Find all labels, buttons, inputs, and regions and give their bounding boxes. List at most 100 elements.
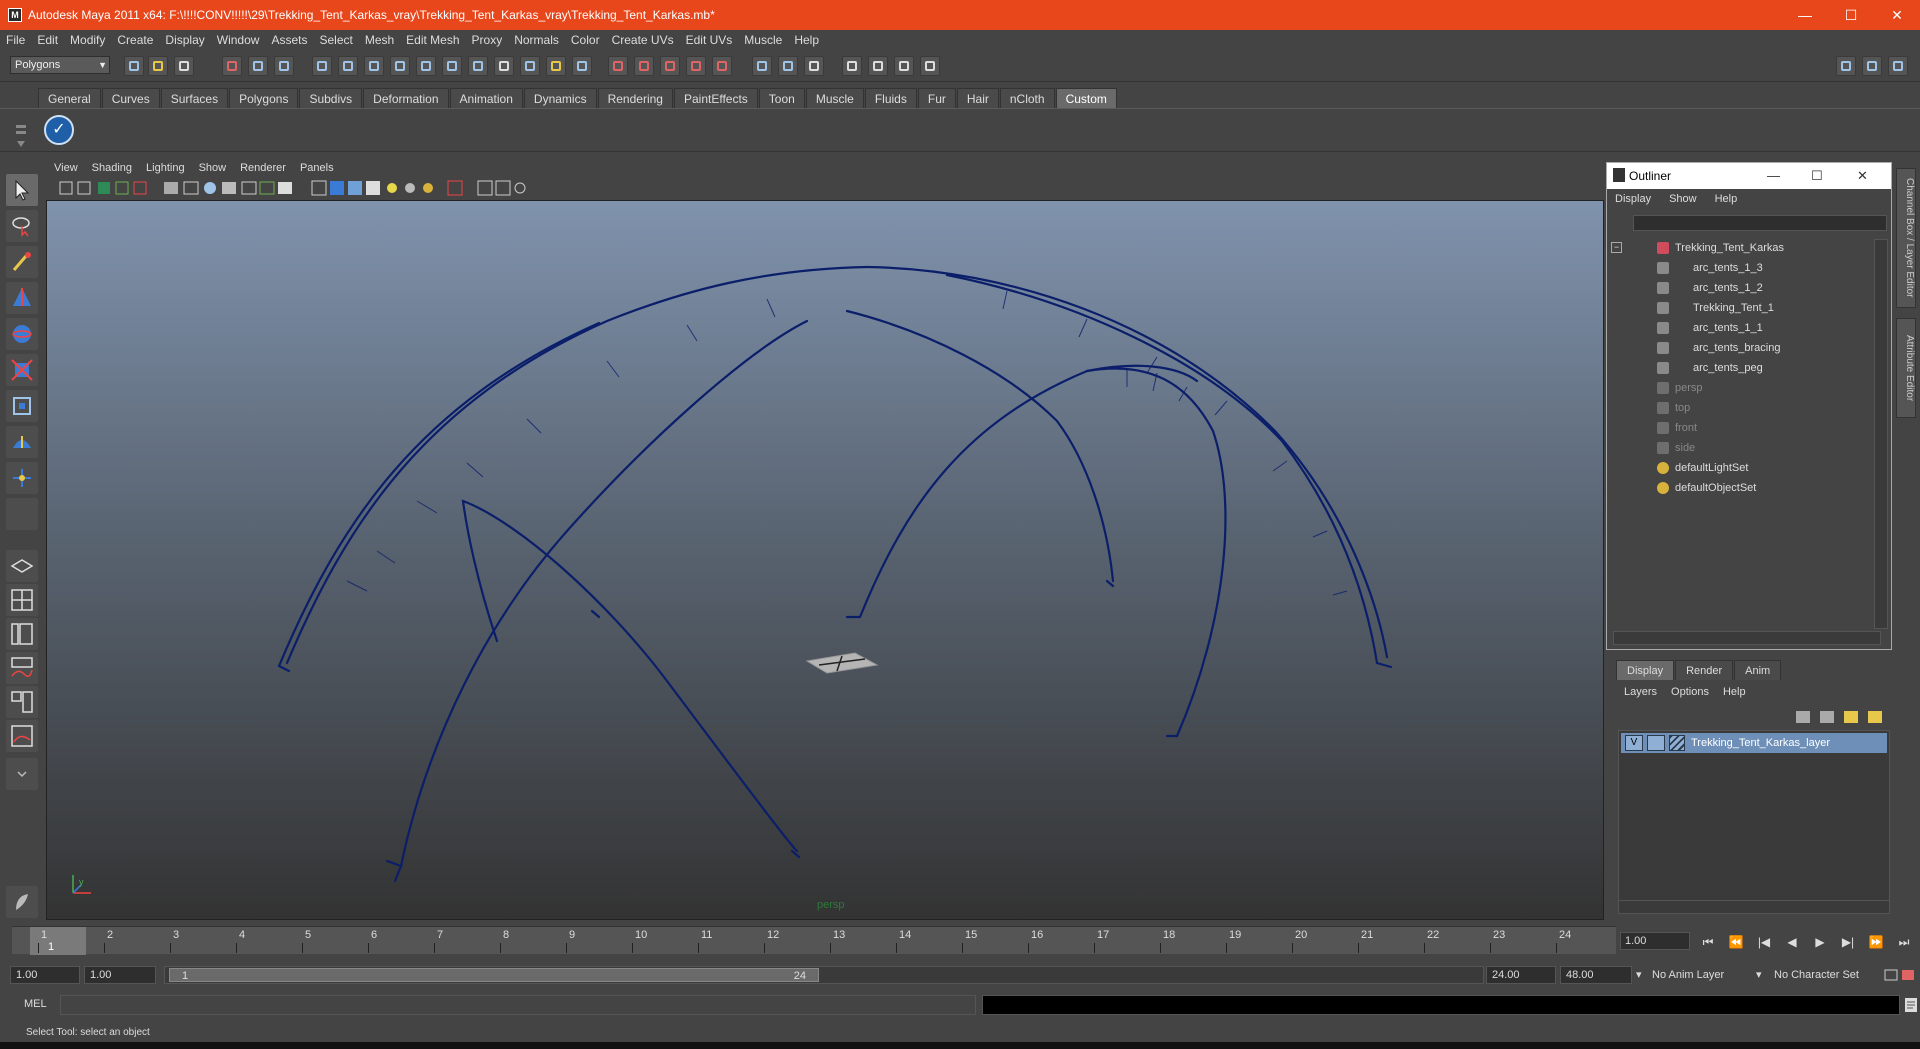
layer-visibility-toggle[interactable]: V (1625, 735, 1643, 751)
grid-icon[interactable] (164, 182, 178, 194)
wireframe-icon[interactable] (311, 180, 327, 196)
select-camera-icon[interactable] (59, 181, 73, 195)
outliner-vertical-scrollbar[interactable] (1874, 239, 1888, 629)
move-tool-button[interactable] (6, 282, 38, 314)
chevron-down-icon[interactable]: ▾ (1636, 966, 1642, 984)
select-handles-icon[interactable] (338, 56, 358, 76)
persp-graph-layout-button[interactable] (6, 652, 38, 684)
construction-history-icon[interactable] (778, 56, 798, 76)
character-set-dropdown[interactable]: No Character Set (1774, 966, 1859, 984)
selection-mask-icon[interactable] (312, 56, 332, 76)
persp-outliner-layout-button[interactable] (6, 618, 38, 650)
snap-curve-icon[interactable] (634, 56, 654, 76)
menu-mesh[interactable]: Mesh (365, 33, 394, 47)
outliner-item-camera[interactable]: side (1609, 439, 1875, 457)
menu-edit-mesh[interactable]: Edit Mesh (406, 33, 459, 47)
collapse-icon[interactable]: − (1611, 242, 1622, 253)
menu-normals[interactable]: Normals (514, 33, 559, 47)
image-plane-icon[interactable] (115, 181, 129, 195)
go-to-start-button[interactable]: ⏮ (1694, 932, 1722, 952)
menu-muscle[interactable]: Muscle (744, 33, 782, 47)
select-misc-icon[interactable] (494, 56, 514, 76)
menu-modify[interactable]: Modify (70, 33, 105, 47)
toggle-channel-box-icon[interactable] (1888, 56, 1908, 76)
outliner-close-button[interactable]: ✕ (1857, 163, 1868, 189)
textured-icon[interactable] (366, 181, 380, 195)
outliner-filter-input[interactable] (1633, 215, 1887, 231)
mel-label[interactable]: MEL (24, 998, 47, 1010)
menu-create-uvs[interactable]: Create UVs (612, 33, 674, 47)
script-editor-icon[interactable] (1904, 997, 1918, 1013)
select-dynamics-icon[interactable] (468, 56, 488, 76)
outliner-maximize-button[interactable]: ☐ (1811, 163, 1823, 189)
viewport-menu-lighting[interactable]: Lighting (146, 162, 185, 174)
anim-layer-dropdown[interactable]: No Anim Layer (1652, 966, 1724, 984)
select-curves-icon[interactable] (390, 56, 410, 76)
toggle-attribute-editor-icon[interactable] (1836, 56, 1856, 76)
shelf-tab-animation[interactable]: Animation (449, 88, 523, 108)
channel-box-layer-editor-tab[interactable]: Channel Box / Layer Editor (1896, 168, 1916, 308)
animation-start-field[interactable]: 1.00 (10, 966, 80, 984)
viewport-menu-renderer[interactable]: Renderer (240, 162, 286, 174)
shelf-tab-curves[interactable]: Curves (101, 88, 160, 108)
outliner-item[interactable]: arc_tents_1_3 (1609, 259, 1875, 277)
shelf-tab-fur[interactable]: Fur (917, 88, 956, 108)
layer-row[interactable]: V Trekking_Tent_Karkas_layer (1621, 733, 1887, 753)
shelf-tab-subdivs[interactable]: Subdivs (299, 88, 363, 108)
mel-command-input[interactable] (60, 995, 976, 1015)
viewport-menu-shading[interactable]: Shading (92, 162, 132, 174)
viewport-menu-show[interactable]: Show (199, 162, 227, 174)
render-settings-icon[interactable] (894, 56, 914, 76)
menu-set-dropdown[interactable]: Polygons ▼ (10, 56, 110, 74)
outliner-item-camera[interactable]: persp (1609, 379, 1875, 397)
save-scene-icon[interactable] (174, 56, 194, 76)
shelf-tab-polygons[interactable]: Polygons (229, 88, 299, 108)
maximize-button[interactable]: ☐ (1828, 0, 1874, 30)
shelf-tab-custom[interactable]: Custom (1055, 88, 1117, 108)
xray-joints-icon[interactable] (495, 180, 511, 196)
lasso-tool-button[interactable] (6, 210, 38, 242)
menu-display[interactable]: Display (165, 33, 204, 47)
menu-edit[interactable]: Edit (37, 33, 58, 47)
xray-components-icon[interactable] (514, 182, 526, 194)
resolution-gate-icon[interactable] (204, 182, 216, 194)
outliner-item-camera[interactable]: top (1609, 399, 1875, 417)
bookmarks-icon[interactable] (98, 182, 110, 194)
animation-preferences-icon[interactable] (1902, 970, 1914, 980)
shelf-tab-toon[interactable]: Toon (758, 88, 805, 108)
select-hierarchy-icon[interactable] (222, 56, 242, 76)
close-button[interactable]: ✕ (1874, 0, 1920, 30)
new-scene-icon[interactable] (124, 56, 144, 76)
outliner-item-set[interactable]: defaultObjectSet (1609, 479, 1875, 497)
shelf-tab-painteffects[interactable]: PaintEffects (673, 88, 758, 108)
render-current-frame-icon[interactable] (842, 56, 862, 76)
layer-horizontal-scrollbar[interactable] (1618, 900, 1890, 914)
highlight-selection-icon[interactable] (572, 56, 592, 76)
menu-edit-uvs[interactable]: Edit UVs (686, 33, 733, 47)
help-icon[interactable] (520, 56, 540, 76)
quick-layout-button[interactable] (6, 886, 38, 918)
animation-end-field[interactable]: 48.00 (1560, 966, 1632, 984)
minimize-button[interactable]: — (1782, 0, 1828, 30)
input-output-icon[interactable] (752, 56, 772, 76)
menu-proxy[interactable]: Proxy (472, 33, 503, 47)
lock-selection-icon[interactable] (546, 56, 566, 76)
move-layer-up-icon[interactable] (1796, 711, 1810, 723)
shelf-tab-rendering[interactable]: Rendering (597, 88, 673, 108)
menu-help[interactable]: Help (794, 33, 819, 47)
auto-key-icon[interactable] (1884, 969, 1898, 981)
menu-select[interactable]: Select (319, 33, 352, 47)
safe-action-icon[interactable] (259, 181, 275, 195)
layer-color-swatch[interactable] (1669, 735, 1685, 751)
outliner-item[interactable]: arc_tents_peg (1609, 359, 1875, 377)
smooth-shade-icon[interactable] (330, 181, 344, 195)
chevron-down-icon[interactable]: ▾ (1756, 966, 1762, 984)
layer-menu-layers[interactable]: Layers (1624, 686, 1657, 698)
universal-manipulator-button[interactable] (6, 390, 38, 422)
current-frame-field[interactable]: 1.00 (1620, 932, 1690, 950)
make-live-icon[interactable] (712, 56, 732, 76)
layer-menu-help[interactable]: Help (1723, 686, 1746, 698)
playback-start-field[interactable]: 1.00 (84, 966, 156, 984)
menu-file[interactable]: File (6, 33, 25, 47)
isolate-select-icon[interactable] (477, 180, 493, 196)
